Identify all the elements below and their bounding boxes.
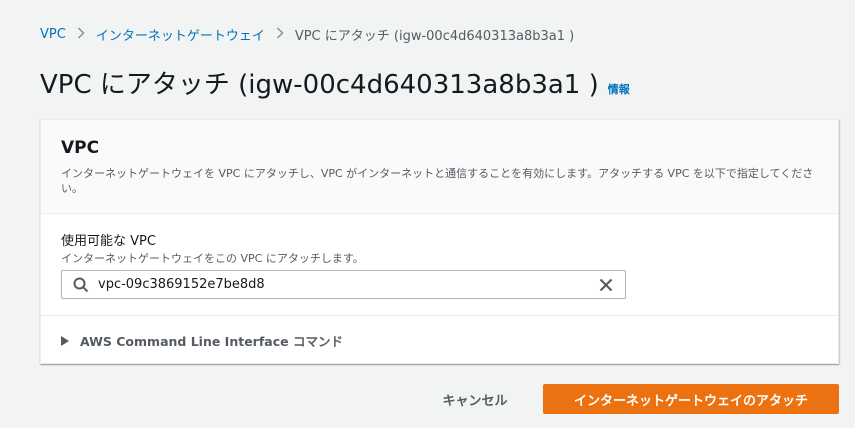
vpc-panel: VPC インターネットゲートウェイを VPC にアタッチし、VPC がインターネ… [40, 119, 839, 364]
panel-header: VPC インターネットゲートウェイを VPC にアタッチし、VPC がインターネ… [41, 120, 838, 214]
breadcrumb: VPC インターネットゲートウェイ VPC にアタッチ (igw-00c4d64… [40, 25, 575, 44]
cli-command-label: AWS Command Line Interface コマンド [80, 334, 343, 349]
breadcrumb-link-vpc[interactable]: VPC [40, 27, 66, 42]
page-title: VPC にアタッチ (igw-00c4d640313a8b3a1 ) [40, 70, 599, 100]
vpc-input-value[interactable]: vpc-09c3869152e7be8d8 [98, 277, 599, 292]
search-icon [73, 277, 89, 293]
attach-internet-gateway-button[interactable]: インターネットゲートウェイのアタッチ [543, 384, 839, 414]
panel-title: VPC [61, 138, 100, 158]
cli-command-expander[interactable]: AWS Command Line Interface コマンド [61, 331, 343, 350]
info-link[interactable]: 情報 [608, 81, 630, 97]
available-vpc-label: 使用可能な VPC [61, 234, 156, 249]
chevron-right-icon [77, 26, 85, 42]
panel-description: インターネットゲートウェイを VPC にアタッチし、VPC がインターネットと通… [61, 167, 814, 195]
breadcrumb-current: VPC にアタッチ (igw-00c4d640313a8b3a1 ) [294, 28, 575, 44]
caret-right-icon [61, 335, 71, 346]
vpc-search-input[interactable]: vpc-09c3869152e7be8d8 [61, 270, 626, 299]
page-header: VPC にアタッチ (igw-00c4d640313a8b3a1 ) 情報 [40, 64, 630, 101]
available-vpc-description: インターネットゲートウェイをこの VPC にアタッチします。 [61, 252, 364, 265]
breadcrumb-link-internet-gateways[interactable]: インターネットゲートウェイ [96, 25, 265, 44]
chevron-right-icon [276, 26, 284, 42]
cancel-button[interactable]: キャンセル [425, 384, 525, 414]
close-icon[interactable] [599, 277, 615, 293]
divider [41, 315, 838, 316]
